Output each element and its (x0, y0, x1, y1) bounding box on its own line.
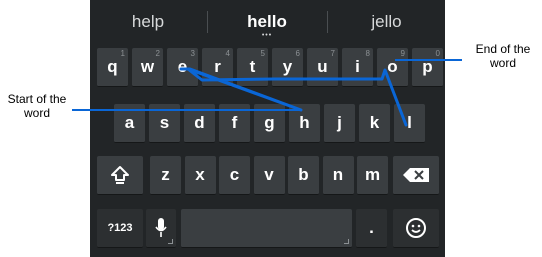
end-of-word-label: End of the word (475, 42, 531, 70)
start-of-word-label: Start of the word (7, 92, 67, 120)
gesture-trace-overlay (72, 59, 462, 127)
swipe-path (179, 67, 408, 127)
